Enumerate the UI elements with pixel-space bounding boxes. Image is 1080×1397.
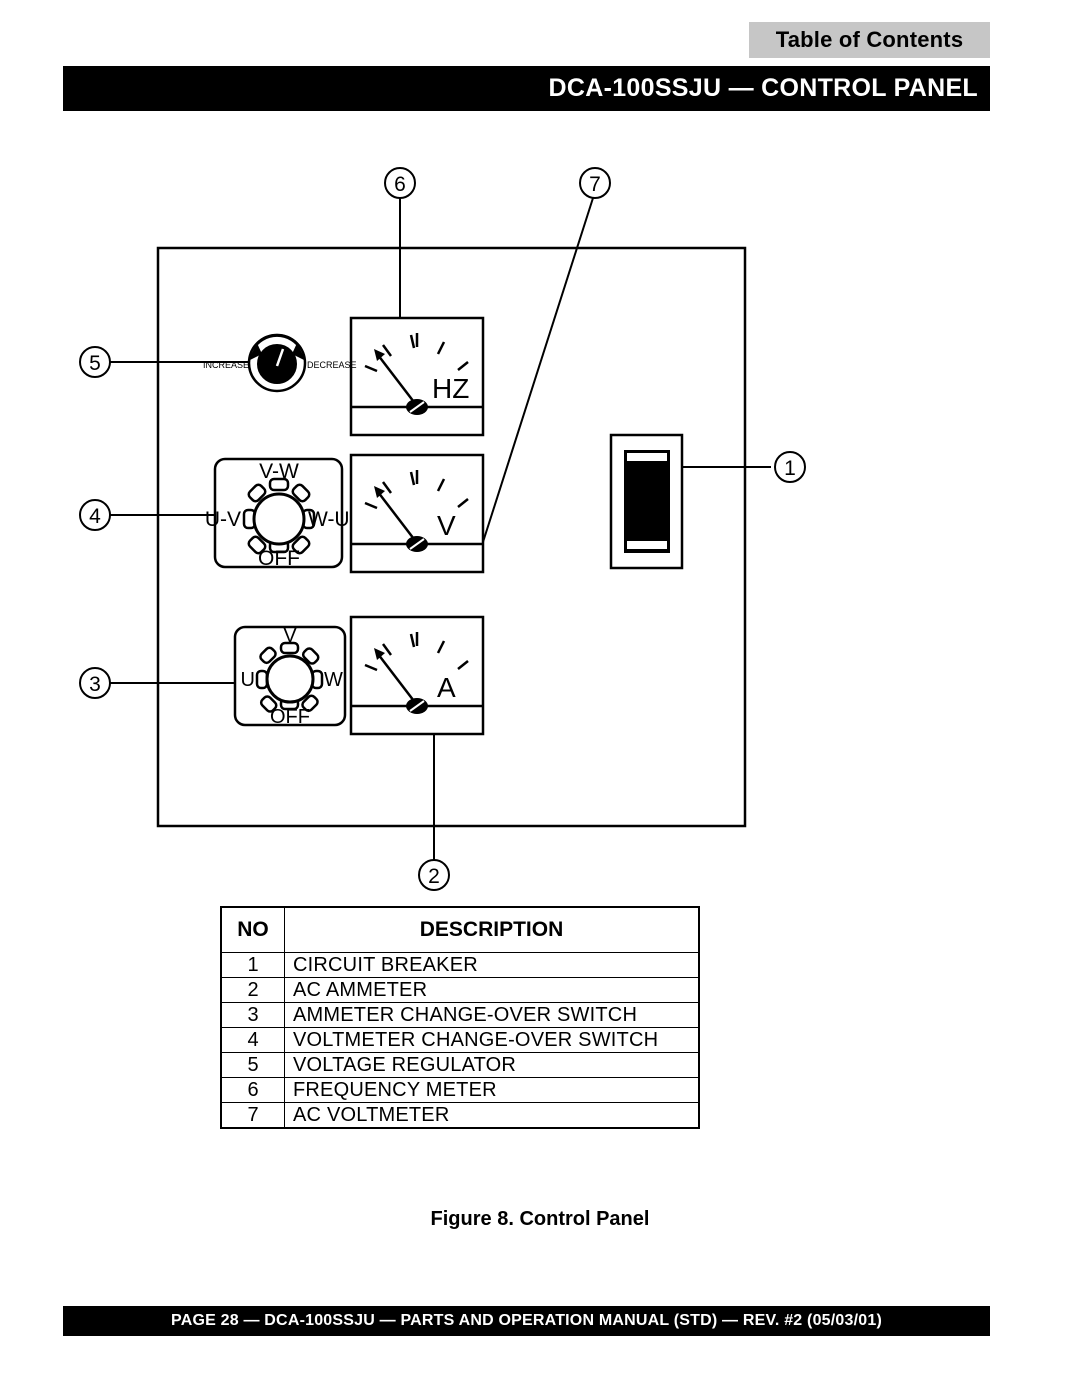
leader-line-7 [482, 197, 594, 543]
ammeter-label: A [437, 672, 456, 703]
table-cell-description: VOLTAGE REGULATOR [284, 1052, 700, 1078]
voltmeter-label: V [437, 510, 456, 541]
table-cell-description: AC AMMETER [284, 977, 700, 1003]
description-table: NO DESCRIPTION 1 CIRCUIT BREAKER 2 AC AMMET… [220, 906, 700, 1129]
table-cell-no: 6 [220, 1077, 285, 1103]
voltage-regulator-knob: INCREASE DECREASE [203, 333, 357, 393]
table-cell-no: 3 [220, 1002, 285, 1028]
page-footer-text: PAGE 28 — DCA-100SSJU — PARTS AND OPERAT… [171, 1312, 882, 1329]
voltmeter-switch-top-label: V-W [259, 460, 299, 483]
table-row: 5 VOLTAGE REGULATOR [220, 1052, 700, 1078]
page-title: DCA-100SSJU — CONTROL PANEL [548, 74, 978, 102]
table-row: 2 AC AMMETER [220, 977, 700, 1003]
ammeter-change-over-switch: V U W OFF [233, 625, 347, 728]
circuit-breaker-top-band [627, 453, 667, 461]
voltmeter-switch-left-label: U-V [205, 508, 241, 531]
voltmeter-switch-bottom-label: OFF [258, 547, 300, 570]
table-row: 1 CIRCUIT BREAKER [220, 952, 700, 978]
table-cell-description: AMMETER CHANGE-OVER SWITCH [284, 1002, 700, 1028]
frequency-meter-label: HZ [432, 373, 469, 404]
ammeter-switch-left-label: U [241, 669, 255, 691]
table-cell-description: CIRCUIT BREAKER [284, 952, 700, 978]
callout-bubble-1: 1 [774, 451, 806, 483]
frequency-meter: HZ [349, 316, 485, 437]
circuit-breaker-bottom-band [627, 541, 667, 549]
voltage-regulator-increase-label: INCREASE [203, 360, 249, 370]
table-header-row: NO DESCRIPTION [220, 906, 700, 953]
table-cell-no: 4 [220, 1027, 285, 1053]
figure-caption: Figure 8. Control Panel [430, 1208, 650, 1230]
circuit-breaker-rocker [624, 450, 670, 553]
control-panel-figure: HZ V A INCREASE DECREASE V-W U-V W-U OFF… [0, 130, 1080, 920]
circuit-breaker [609, 433, 684, 570]
ammeter-switch-right-label: W [324, 669, 343, 691]
table-cell-description: AC VOLTMETER [284, 1102, 700, 1129]
callout-number-7: 7 [589, 173, 601, 196]
column-header-no: NO [220, 906, 285, 953]
callout-bubble-7: 7 [579, 167, 611, 199]
callout-bubble-2: 2 [418, 859, 450, 891]
table-row: 7 AC VOLTMETER [220, 1102, 700, 1129]
ac-ammeter: A [349, 615, 485, 736]
table-cell-no: 5 [220, 1052, 285, 1078]
table-cell-description: VOLTMETER CHANGE-OVER SWITCH [284, 1027, 700, 1053]
table-cell-no: 1 [220, 952, 285, 978]
table-row: 6 FREQUENCY METER [220, 1077, 700, 1103]
voltmeter-change-over-switch: V-W U-V W-U OFF [205, 457, 350, 570]
callout-number-1: 1 [784, 457, 796, 480]
table-of-contents-label: Table of Contents [775, 27, 964, 52]
callout-number-2: 2 [428, 865, 440, 888]
column-header-description: DESCRIPTION [284, 906, 700, 953]
table-cell-no: 7 [220, 1102, 285, 1129]
callout-bubble-6: 6 [384, 167, 416, 199]
voltage-regulator-decrease-label: DECREASE [307, 360, 357, 370]
callout-bubble-4: 4 [79, 499, 111, 531]
page-footer-bar: PAGE 28 — DCA-100SSJU — PARTS AND OPERAT… [63, 1306, 990, 1336]
callout-number-3: 3 [89, 673, 101, 696]
callout-bubble-3: 3 [79, 667, 111, 699]
ac-voltmeter: V [349, 453, 485, 574]
table-cell-description: FREQUENCY METER [284, 1077, 700, 1103]
table-of-contents-tab[interactable]: Table of Contents [749, 22, 990, 58]
ammeter-switch-top-label: V [283, 625, 297, 647]
callout-number-6: 6 [394, 173, 406, 196]
page-title-bar: DCA-100SSJU — CONTROL PANEL [63, 66, 990, 111]
table-cell-no: 2 [220, 977, 285, 1003]
callout-number-5: 5 [89, 352, 101, 375]
ammeter-switch-knob [265, 654, 315, 704]
table-row: 3 AMMETER CHANGE-OVER SWITCH [220, 1002, 700, 1028]
voltmeter-switch-knob [252, 492, 306, 546]
callout-number-4: 4 [89, 505, 101, 528]
callout-bubble-5: 5 [79, 346, 111, 378]
table-row: 4 VOLTMETER CHANGE-OVER SWITCH [220, 1027, 700, 1053]
ammeter-switch-bottom-label: OFF [270, 706, 310, 728]
voltmeter-switch-right-label: W-U [308, 508, 350, 531]
